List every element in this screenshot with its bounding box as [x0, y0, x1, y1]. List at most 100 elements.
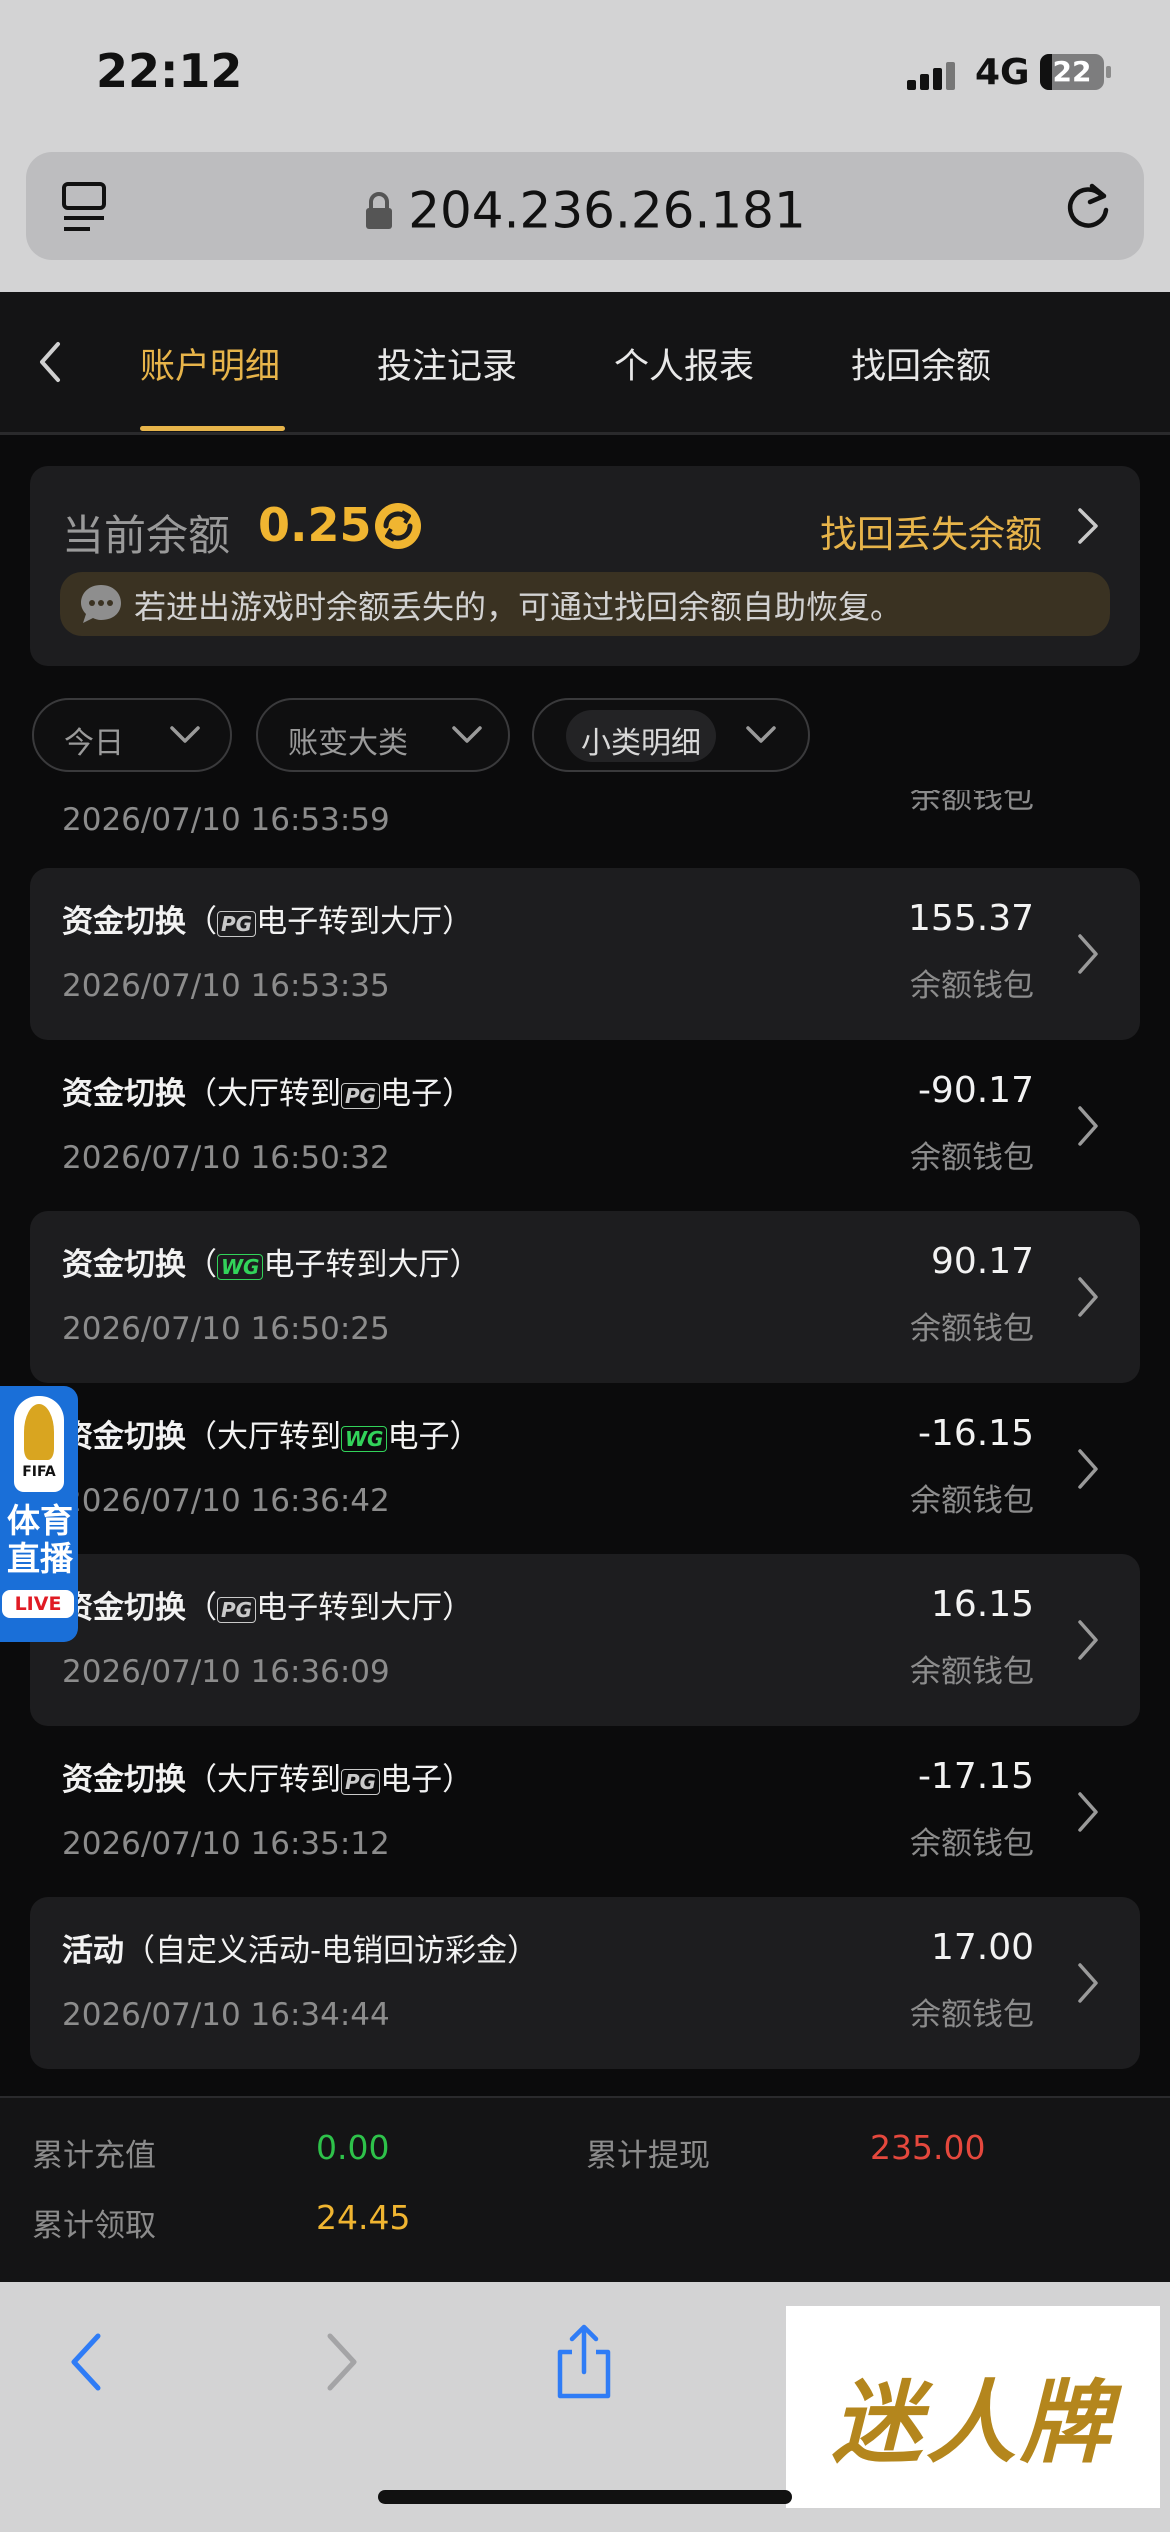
total-withdraw-value: 235.00 — [870, 2128, 986, 2167]
record-type: 资金切换 — [62, 1590, 186, 1626]
filter-subcategory-label: 小类明细 — [581, 726, 701, 761]
record-wallet: 余额钱包 — [910, 1826, 1034, 1862]
share-icon[interactable] — [552, 2322, 616, 2402]
cellular-signal-icon — [907, 62, 955, 90]
total-claim-value: 24.45 — [316, 2198, 411, 2237]
total-recharge-value: 0.00 — [316, 2128, 390, 2167]
record-wallet: 余额钱包 — [910, 1997, 1034, 2033]
record-date: 2026/07/10 16:36:42 — [62, 1483, 390, 1519]
record-detail-pre: （大厅转到 — [186, 1076, 341, 1112]
chevron-right-icon[interactable] — [1072, 932, 1102, 976]
active-tab-indicator — [140, 426, 285, 431]
record-amount: -16.15 — [917, 1413, 1034, 1454]
chevron-right-icon[interactable] — [1072, 1618, 1102, 1662]
record-date: 2026/07/10 16:50:32 — [62, 1140, 390, 1176]
browser-back-icon[interactable] — [66, 2330, 106, 2394]
network-type: 4G — [975, 52, 1030, 93]
fifa-trophy-icon: FIFA — [8, 1396, 70, 1498]
record-wallet: 余额钱包 — [910, 790, 1034, 812]
record-row[interactable] — [30, 1383, 1140, 1555]
balance-value: 0.25 — [258, 498, 372, 552]
record-title: 资金切换（大厅转到 WG 电子） — [62, 1411, 480, 1456]
record-date: 2026/07/10 16:34:44 — [62, 1997, 390, 2033]
chevron-right-icon[interactable] — [1072, 1104, 1102, 1148]
record-title: 资金切换（ PG 电子转到大厅） — [62, 1582, 473, 1627]
partial-wallet-clip: 余额钱包 — [700, 790, 1034, 812]
record-detail-post: 电子转到大厅） — [263, 1247, 481, 1283]
tab-account-details[interactable]: 账户明细 — [140, 338, 280, 389]
record-detail-post: 电子） — [380, 1076, 474, 1112]
record-row[interactable] — [30, 868, 1140, 1040]
record-row[interactable] — [30, 1726, 1140, 1898]
url-text[interactable]: 204.236.26.181 — [0, 178, 1170, 240]
record-type: 资金切换 — [62, 1076, 186, 1112]
summary-bar — [0, 2096, 1170, 2284]
battery-level: 22 — [1052, 55, 1092, 88]
reload-icon[interactable] — [1062, 178, 1114, 234]
sports-live-title: 体育直播 — [7, 1501, 73, 1578]
lock-icon — [366, 191, 393, 229]
record-row[interactable] — [30, 1554, 1140, 1726]
record-wallet: 余额钱包 — [910, 968, 1034, 1004]
chevron-right-icon[interactable] — [1072, 1275, 1102, 1319]
total-claim-label: 累计领取 — [32, 2208, 156, 2244]
record-detail-pre: （ — [186, 1590, 217, 1626]
provider-logo-icon: PG — [341, 1082, 381, 1109]
record-title: 资金切换（ PG 电子转到大厅） — [62, 896, 473, 941]
chevron-right-icon[interactable] — [1072, 1447, 1102, 1491]
browser-forward-icon[interactable] — [322, 2330, 362, 2394]
record-date: 2026/07/10 16:53:59 — [62, 802, 390, 838]
record-wallet: 余额钱包 — [910, 1483, 1034, 1519]
url-value: 204.236.26.181 — [408, 181, 806, 240]
record-detail-pre: （大厅转到 — [186, 1762, 341, 1798]
record-type: 资金切换 — [62, 1247, 186, 1283]
record-detail-pre: （ — [186, 904, 217, 940]
tab-bet-records[interactable]: 投注记录 — [377, 338, 517, 389]
balance-label: 当前余额 — [62, 511, 231, 560]
record-detail-post: 电子转到大厅） — [256, 904, 474, 940]
recover-lost-balance-link[interactable]: 找回丢失余额 — [820, 504, 1042, 558]
chevron-down-icon — [746, 726, 776, 743]
filter-date-label: 今日 — [64, 726, 124, 761]
record-wallet: 余额钱包 — [910, 1654, 1034, 1690]
refresh-balance-icon[interactable] — [372, 500, 424, 552]
record-title: 资金切换（ WG 电子转到大厅） — [62, 1239, 480, 1284]
record-amount: 155.37 — [908, 898, 1034, 939]
record-amount: -17.15 — [917, 1756, 1034, 1797]
filter-category-label: 账变大类 — [288, 726, 408, 761]
filter-date[interactable] — [32, 698, 232, 772]
total-withdraw-label: 累计提现 — [586, 2138, 710, 2174]
record-type: 资金切换 — [62, 1419, 186, 1455]
record-type: 资金切换 — [62, 904, 186, 940]
record-title: 活动（自定义活动-电销回访彩金） — [62, 1925, 538, 1970]
record-date: 2026/07/10 16:35:12 — [62, 1826, 390, 1862]
record-row[interactable] — [30, 1040, 1140, 1212]
record-detail-post: 电子） — [387, 1419, 481, 1455]
fifa-text: FIFA — [22, 1464, 56, 1480]
chevron-right-icon[interactable] — [1072, 1961, 1102, 2005]
record-title: 资金切换（大厅转到 PG 电子） — [62, 1754, 473, 1799]
provider-logo-icon: PG — [217, 910, 257, 937]
chevron-right-icon[interactable] — [1072, 1790, 1102, 1834]
record-title: 资金切换（大厅转到 PG 电子） — [62, 1068, 473, 1113]
record-amount: 90.17 — [930, 1241, 1034, 1282]
provider-logo-icon: PG — [217, 1596, 257, 1623]
tab-recover-balance[interactable]: 找回余额 — [851, 338, 991, 389]
back-chevron-icon[interactable] — [34, 340, 66, 384]
balance-card — [30, 466, 1140, 666]
live-chip-text: LIVE — [14, 1593, 62, 1615]
chevron-right-icon[interactable] — [1072, 506, 1102, 546]
chevron-down-icon — [170, 726, 200, 743]
record-row[interactable] — [30, 1211, 1140, 1383]
chevron-down-icon — [452, 726, 482, 743]
record-row[interactable] — [30, 1897, 1140, 2069]
record-type: 资金切换 — [62, 1762, 186, 1798]
tab-personal-report[interactable]: 个人报表 — [614, 338, 754, 389]
record-amount: 16.15 — [930, 1584, 1034, 1625]
record-date: 2026/07/10 16:50:25 — [62, 1311, 390, 1347]
battery-icon: 22 — [1040, 54, 1112, 90]
record-date: 2026/07/10 16:36:09 — [62, 1654, 390, 1690]
home-indicator — [378, 2490, 792, 2504]
record-type: 活动 — [62, 1933, 124, 1969]
record-detail-pre: （ — [186, 1247, 217, 1283]
